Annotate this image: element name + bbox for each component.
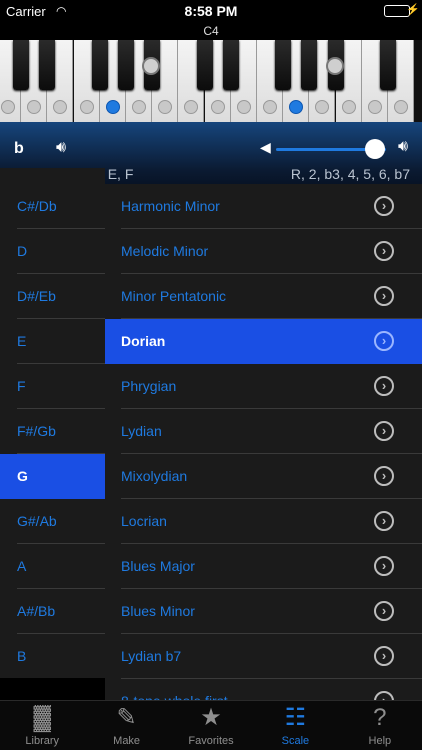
tab-make[interactable]: ✎ Make (84, 701, 168, 750)
octave-label: C4 (203, 24, 219, 38)
key-item[interactable]: G#/Ab (0, 499, 105, 544)
chevron-right-icon[interactable]: › (374, 691, 394, 700)
note-marker (367, 100, 382, 114)
scale-item-label: Blues Major (121, 558, 195, 574)
black-key[interactable] (301, 40, 318, 90)
tab-label: Help (368, 735, 392, 747)
key-item[interactable]: B (0, 634, 105, 678)
scale-item[interactable]: Phrygian › (105, 364, 422, 409)
scale-item[interactable]: Minor Pentatonic › (105, 274, 422, 319)
tab-scale[interactable]: ☷ Scale (253, 701, 337, 750)
speaker-play-icon[interactable]: 🔊︎ (56, 139, 66, 157)
tab-label: Library (25, 735, 60, 747)
tab-library[interactable]: ▓ Library (0, 701, 84, 750)
tab-favorites[interactable]: ★ Favorites (169, 701, 253, 750)
chevron-right-icon[interactable]: › (374, 421, 394, 441)
chevron-right-icon[interactable]: › (374, 376, 394, 396)
scale-item-label: Blues Minor (121, 603, 195, 619)
scale-item[interactable]: Mixolydian › (105, 454, 422, 499)
scale-item[interactable]: Blues Minor › (105, 589, 422, 634)
scale-item-label: Phrygian (121, 378, 177, 394)
chevron-right-icon[interactable]: › (374, 241, 394, 261)
note-marker (1, 100, 15, 114)
chevron-right-icon[interactable]: › (374, 556, 394, 576)
status-bar: Carrier ◠ 8:58 PM ⚡ (0, 0, 422, 22)
chevron-right-icon[interactable]: › (374, 286, 394, 306)
chevron-right-icon[interactable]: › (374, 196, 394, 216)
note-marker (341, 100, 356, 114)
tab-help[interactable]: ? Help (338, 701, 422, 750)
scale-item-label: 8-tone whole first (121, 693, 228, 700)
library-icon: ▓ (33, 704, 51, 731)
scale-item-label: Harmonic Minor (121, 198, 220, 214)
scale-item-label: Melodic Minor (121, 243, 209, 259)
key-item[interactable]: F#/Gb (0, 409, 105, 454)
volume-slider-thumb[interactable] (365, 139, 385, 159)
star-icon: ★ (200, 704, 222, 731)
tab-label: Scale (281, 735, 310, 747)
key-list[interactable]: C#/Db D D#/Eb E F F#/Gb G G#/Ab A A#/Bb B (0, 168, 105, 678)
volume-low-icon: ◀ (260, 139, 271, 155)
black-key[interactable] (118, 40, 134, 90)
scale-list[interactable]: Harmonic Minor › Melodic Minor › Minor Penta… (105, 184, 422, 700)
key-item[interactable]: F (0, 364, 105, 409)
scale-item-label: Lydian (121, 423, 162, 439)
clock: 8:58 PM (184, 3, 238, 19)
scale-item-label: Lydian b7 (121, 648, 182, 664)
scale-item[interactable]: 8-tone whole first › (105, 679, 422, 700)
question-icon: ? (373, 704, 387, 731)
note-marker (132, 100, 146, 114)
black-key[interactable] (13, 40, 30, 90)
volume-high-icon: 🔊︎ (398, 138, 409, 155)
note-marker (105, 100, 120, 114)
pencil-icon: ✎ (116, 704, 137, 731)
charging-icon: ⚡ (406, 4, 420, 16)
tab-label: Make (113, 735, 141, 747)
key-item[interactable]: E (0, 319, 105, 364)
tab-bar: ▓ Library ✎ Make ★ Favorites ☷ Scale? Help (0, 700, 422, 750)
chevron-right-icon[interactable]: › (374, 601, 394, 621)
keyboard-icon: ☷ (284, 704, 307, 731)
scale-item-label: Mixolydian (121, 468, 188, 484)
chevron-right-icon[interactable]: › (374, 331, 394, 351)
key-item[interactable]: A (0, 544, 105, 589)
tab-label: Favorites (188, 735, 234, 747)
scale-item[interactable]: Melodic Minor › (105, 229, 422, 274)
scale-item[interactable]: Locrian › (105, 499, 422, 544)
scale-item[interactable]: Harmonic Minor › (105, 184, 422, 229)
chevron-right-icon[interactable]: › (374, 466, 394, 486)
key-item[interactable]: D#/Eb (0, 274, 105, 319)
chevron-right-icon[interactable]: › (374, 646, 394, 666)
scale-item-label: Minor Pentatonic (121, 288, 227, 304)
black-key[interactable] (91, 40, 108, 90)
scale-item-label: Locrian (121, 513, 167, 529)
key-item[interactable]: A#/Bb (0, 589, 105, 634)
scale-item[interactable]: Blues Major › (105, 544, 422, 589)
black-key[interactable] (222, 40, 239, 90)
scale-item[interactable]: Dorian › (105, 319, 422, 364)
scale-item[interactable]: Lydian b7 › (105, 634, 422, 679)
key-item[interactable]: D (0, 229, 105, 274)
key-item[interactable]: C#/Db (0, 184, 105, 229)
note-marker (263, 100, 277, 114)
chevron-right-icon[interactable]: › (374, 511, 394, 531)
note-marker (210, 100, 225, 114)
black-key[interactable] (39, 40, 56, 90)
black-key[interactable] (196, 40, 213, 90)
scale-intervals: R, 2, b3, 4, 5, 6, b7 (290, 166, 410, 182)
key-name: b (14, 140, 24, 157)
black-key[interactable] (380, 40, 396, 90)
key-item[interactable]: G (0, 454, 105, 499)
note-marker (236, 100, 251, 114)
note-marker (325, 57, 344, 75)
piano-keyboard[interactable] (0, 40, 422, 122)
note-marker (394, 100, 408, 114)
scale-item[interactable]: Lydian › (105, 409, 422, 454)
black-key[interactable] (275, 40, 292, 90)
scale-item-label: Dorian (121, 333, 166, 349)
note-marker (79, 100, 94, 114)
